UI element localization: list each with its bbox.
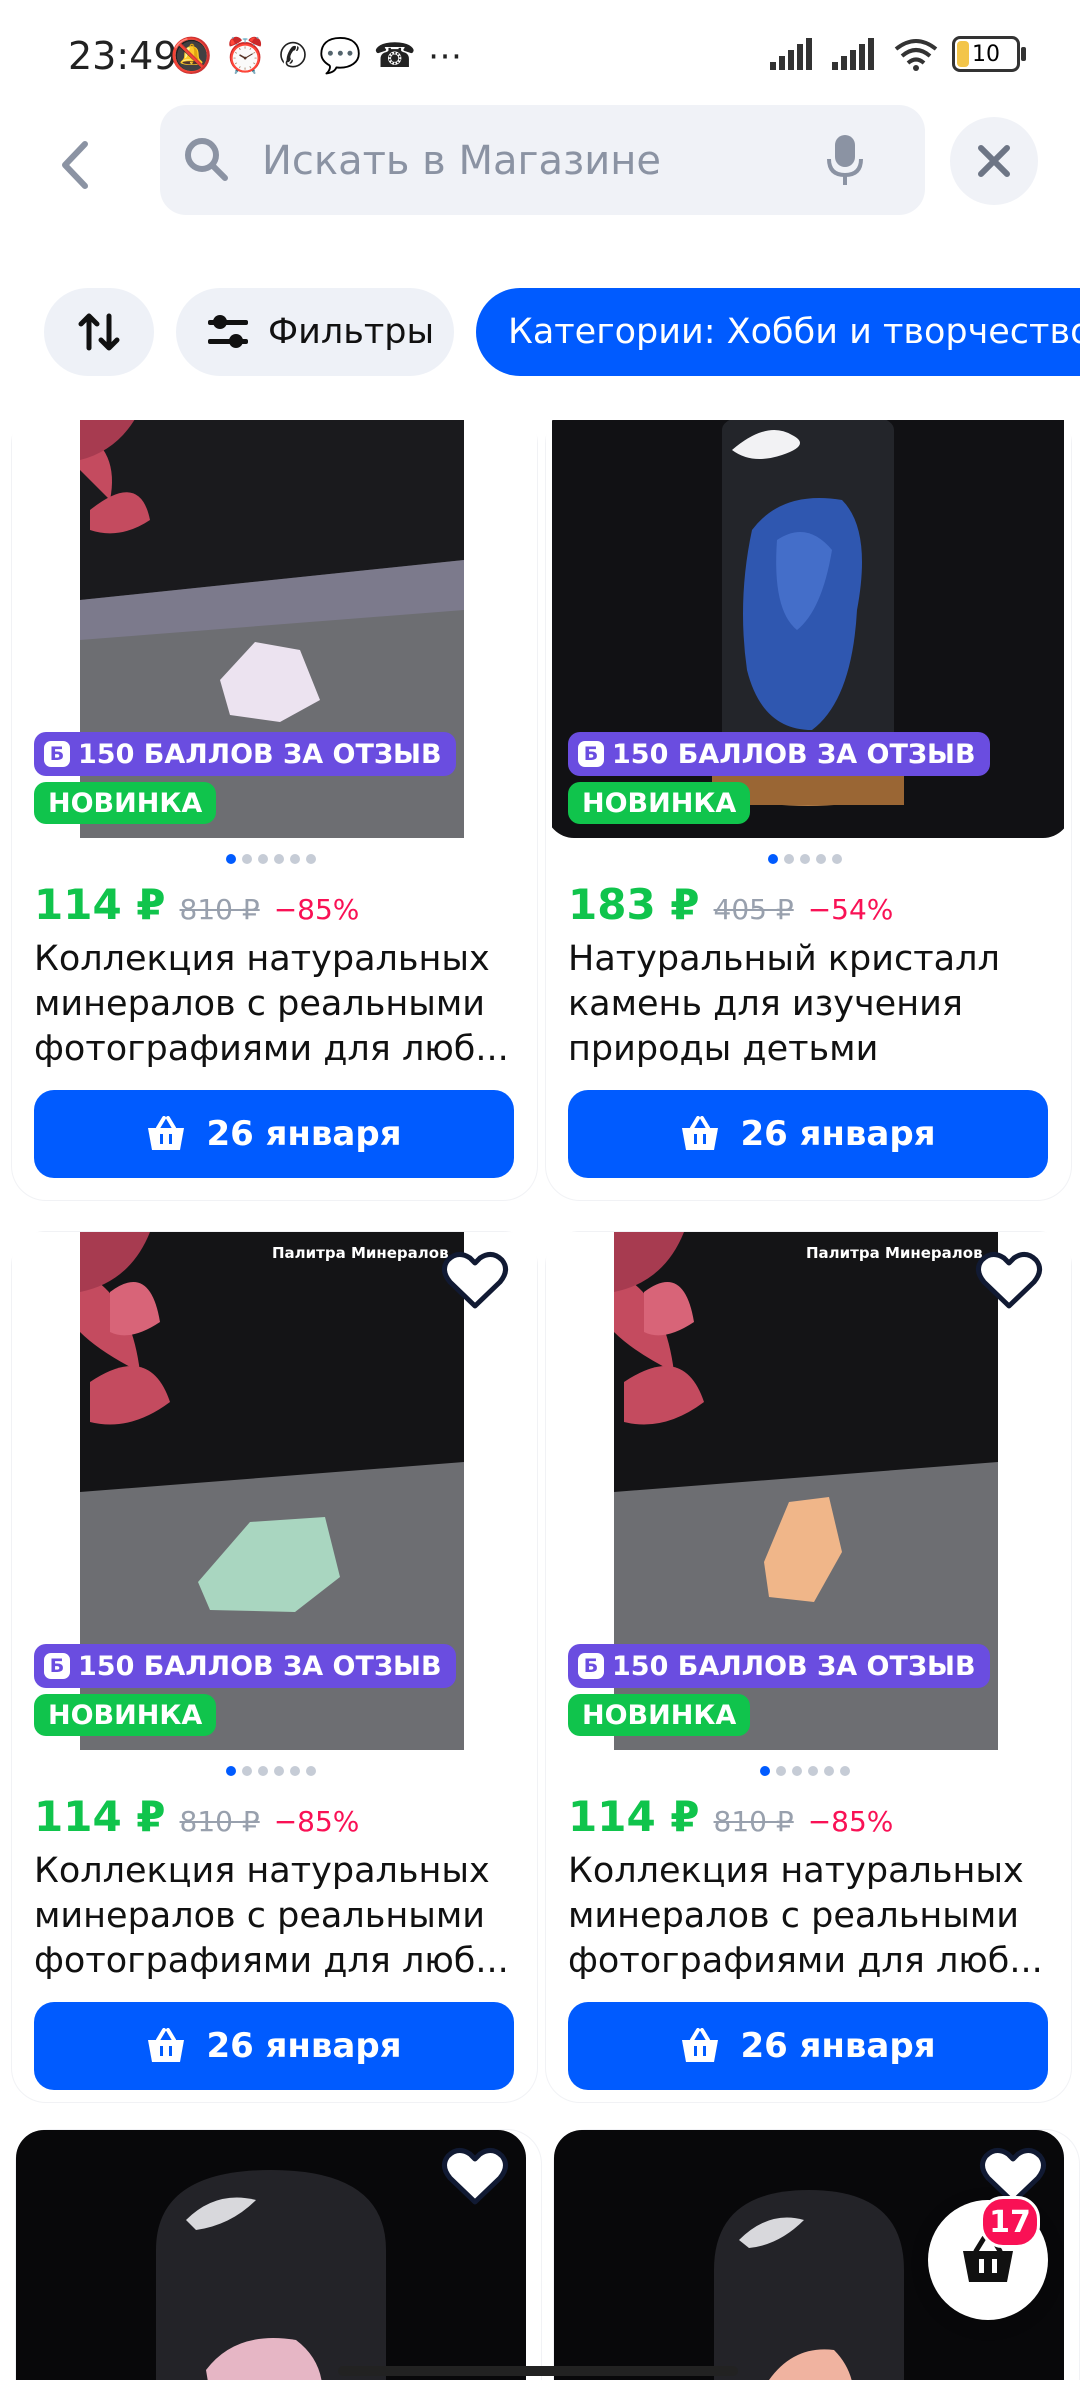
search-icon xyxy=(185,138,228,181)
microphone-icon[interactable] xyxy=(825,133,865,189)
price-row: 114 ₽ 810 ₽ −85% xyxy=(34,880,359,929)
home-indicator[interactable] xyxy=(338,2366,738,2376)
price-row: 114 ₽ 810 ₽ −85% xyxy=(34,1792,359,1841)
points-badge: Б 150 БАЛЛОВ ЗА ОТЗЫВ xyxy=(568,1644,990,1688)
price: 114 ₽ xyxy=(568,1792,700,1841)
close-icon xyxy=(978,145,1010,177)
category-chip[interactable]: Категории: Хобби и творчество xyxy=(476,288,1080,376)
heart-icon[interactable] xyxy=(974,1246,1044,1316)
signal-icon-2 xyxy=(832,38,874,70)
filters-label: Фильтры xyxy=(268,312,435,352)
wifi-icon xyxy=(894,39,938,71)
watermark: Палитра Минералов xyxy=(806,1244,983,1262)
points-badge: Б 150 БАЛЛОВ ЗА ОТЗЫВ xyxy=(34,732,456,776)
new-badge: НОВИНКА xyxy=(34,1694,217,1736)
chat-icon: 💬 xyxy=(319,36,362,76)
cart-count-badge: 17 xyxy=(980,2196,1040,2248)
points-icon: Б xyxy=(578,1653,604,1679)
add-to-cart-button[interactable]: 26 января xyxy=(568,1090,1048,1178)
close-search-button[interactable] xyxy=(950,117,1038,205)
image-pagination xyxy=(226,1766,316,1778)
old-price: 810 ₽ xyxy=(713,1805,794,1838)
old-price: 810 ₽ xyxy=(179,893,260,926)
sort-button[interactable] xyxy=(44,288,154,376)
product-card[interactable]: Палитра Минералов Б 150 БАЛЛОВ ЗА ОТЗЫВ … xyxy=(12,1232,537,2102)
heart-icon[interactable] xyxy=(440,2142,510,2212)
basket-icon xyxy=(148,2028,185,2062)
product-grid: Б 150 БАЛЛОВ ЗА ОТЗЫВ НОВИНКА 114 ₽ 810 … xyxy=(0,420,1080,2380)
search-input[interactable] xyxy=(260,105,804,217)
status-right: 10 xyxy=(770,36,1026,72)
image-pagination xyxy=(768,854,842,866)
filter-chips: Фильтры Категории: Хобби и творчество xyxy=(0,288,1080,376)
delivery-date: 26 января xyxy=(206,2026,402,2066)
discount: −85% xyxy=(807,1805,894,1838)
price-row: 114 ₽ 810 ₽ −85% xyxy=(568,1792,893,1841)
add-to-cart-button[interactable]: 26 января xyxy=(34,2002,514,2090)
watermark: Палитра Минералов xyxy=(272,1244,449,1262)
mute-icon: 🔕 xyxy=(170,36,213,76)
delivery-date: 26 января xyxy=(740,1114,936,1154)
points-badge: Б 150 БАЛЛОВ ЗА ОТЗЫВ xyxy=(34,1644,456,1688)
old-price: 405 ₽ xyxy=(713,893,794,926)
old-price: 810 ₽ xyxy=(179,1805,260,1838)
product-card[interactable]: Палитра Минералов Б 150 БАЛЛОВ ЗА ОТЗЫВ … xyxy=(546,1232,1071,2102)
add-to-cart-button[interactable]: 26 января xyxy=(34,1090,514,1178)
heart-icon[interactable] xyxy=(440,1246,510,1316)
basket-icon xyxy=(682,2028,719,2062)
product-title[interactable]: Коллекция натуральных минералов с реальн… xyxy=(34,937,524,1072)
points-icon: Б xyxy=(44,741,70,767)
status-time: 23:49 xyxy=(68,34,178,78)
filters-button[interactable]: Фильтры xyxy=(176,288,454,376)
price: 183 ₽ xyxy=(568,880,700,929)
new-badge: НОВИНКА xyxy=(568,782,751,824)
product-card[interactable] xyxy=(16,2130,541,2380)
basket-icon xyxy=(682,1116,719,1150)
delivery-date: 26 января xyxy=(740,2026,936,2066)
product-card[interactable]: Б 150 БАЛЛОВ ЗА ОТЗЫВ НОВИНКА 114 ₽ 810 … xyxy=(12,420,537,1200)
points-icon: Б xyxy=(578,741,604,767)
points-badge: Б 150 БАЛЛОВ ЗА ОТЗЫВ xyxy=(568,732,990,776)
back-button[interactable] xyxy=(40,130,110,200)
discount: −85% xyxy=(273,893,360,926)
delivery-date: 26 января xyxy=(206,1114,402,1154)
points-icon: Б xyxy=(44,1653,70,1679)
product-title[interactable]: Натуральный кристалл камень для изучения… xyxy=(568,937,1058,1072)
back-arrow-icon xyxy=(62,141,88,189)
basket-icon xyxy=(148,1116,185,1150)
add-to-cart-button[interactable]: 26 января xyxy=(568,2002,1048,2090)
filters-icon xyxy=(208,315,248,348)
signal-icon xyxy=(770,38,812,70)
image-pagination xyxy=(226,854,316,866)
search-box[interactable] xyxy=(160,105,925,217)
more-icon: ⋯ xyxy=(427,36,462,76)
whatsapp-icon: ✆ xyxy=(278,36,308,76)
new-badge: НОВИНКА xyxy=(568,1694,751,1736)
discount: −54% xyxy=(807,893,894,926)
search-bar xyxy=(0,105,1080,220)
discount: −85% xyxy=(273,1805,360,1838)
sort-icon xyxy=(78,313,120,351)
status-bar: 23:49 🔕 ⏰ ✆ 💬 ☎ ⋯ 10 xyxy=(0,0,1080,110)
image-pagination xyxy=(760,1766,850,1778)
missed-call-icon: ☎ xyxy=(373,36,416,76)
category-label: Категории: Хобби и творчество xyxy=(508,312,1080,352)
product-title[interactable]: Коллекция натуральных минералов с реальн… xyxy=(568,1849,1058,1984)
price-row: 183 ₽ 405 ₽ −54% xyxy=(568,880,893,929)
price: 114 ₽ xyxy=(34,880,166,929)
alarm-icon: ⏰ xyxy=(224,36,267,76)
price: 114 ₽ xyxy=(34,1792,166,1841)
battery-icon: 10 xyxy=(952,36,1026,72)
notification-icons: 🔕 ⏰ ✆ 💬 ☎ ⋯ xyxy=(170,36,462,76)
new-badge: НОВИНКА xyxy=(34,782,217,824)
product-card[interactable]: Б 150 БАЛЛОВ ЗА ОТЗЫВ НОВИНКА 183 ₽ 405 … xyxy=(546,420,1071,1200)
product-title[interactable]: Коллекция натуральных минералов с реальн… xyxy=(34,1849,524,1984)
